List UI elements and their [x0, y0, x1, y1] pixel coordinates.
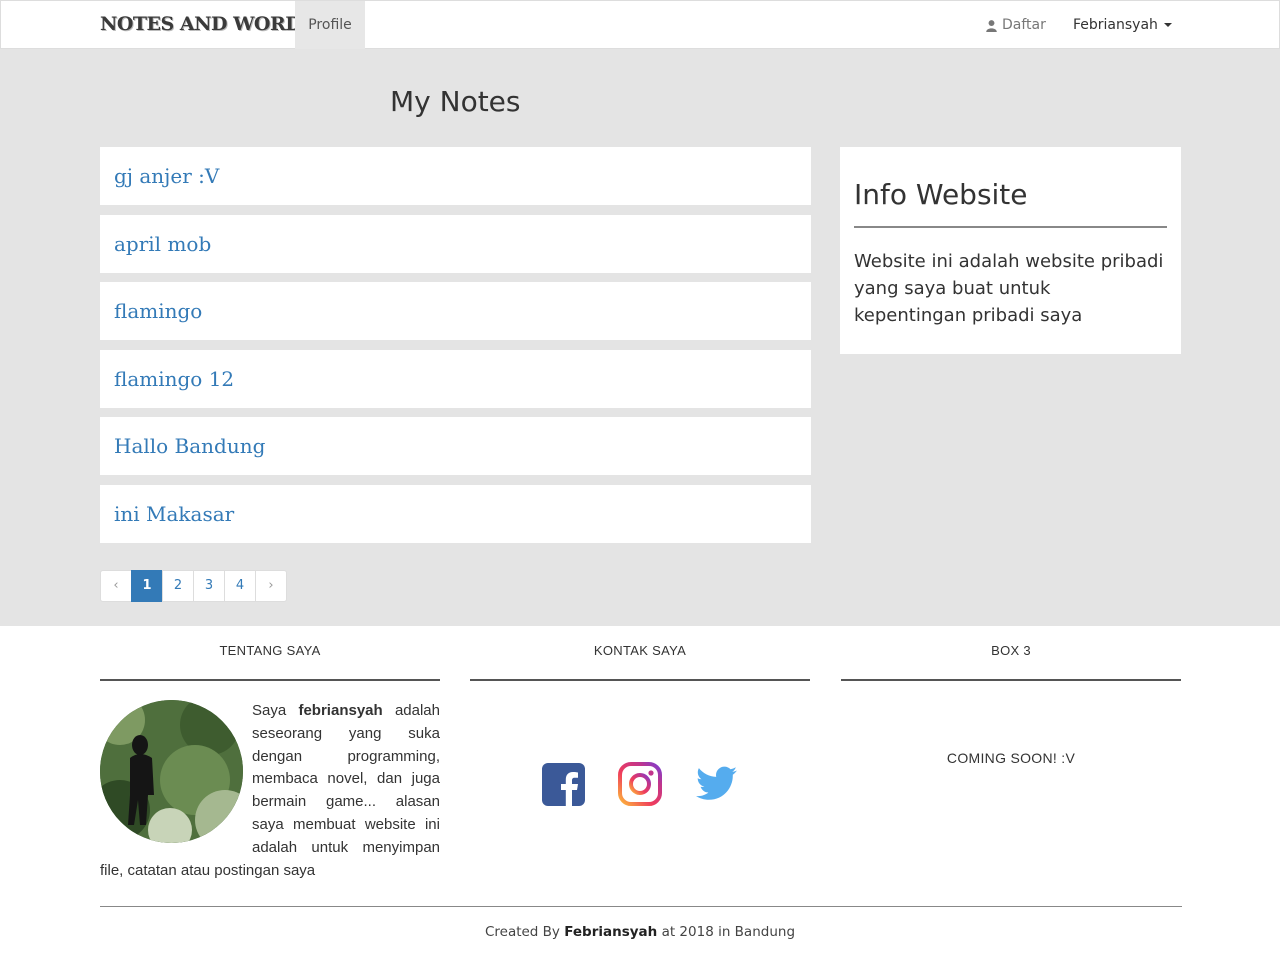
user-dropdown-label: Febriansyah: [1073, 17, 1158, 33]
footer-about-text: Saya febriansyah adalah seseorang yang s…: [100, 700, 440, 882]
note-item[interactable]: ini Makasar: [100, 484, 811, 543]
coming-soon-text: COMING SOON! :V: [946, 750, 1076, 766]
brand-logo[interactable]: NOTES AND WORDS: [100, 13, 315, 35]
credits-prefix: Created By: [484, 924, 565, 940]
social-links: [470, 761, 810, 807]
footer-contact-column: KONTAK SAYA: [470, 626, 810, 807]
footer-divider: [100, 906, 1182, 907]
info-website-title: Info Website: [854, 161, 1167, 228]
navbar: NOTES AND WORDS Profile Daftar Febriansy…: [0, 0, 1280, 49]
about-name: febriansyah: [298, 702, 383, 719]
footer: TENTANG SAYA Saya febriansyah adalah ses…: [0, 626, 1280, 957]
about-text-before: Saya: [252, 702, 299, 719]
nav-daftar-link[interactable]: Daftar: [985, 1, 1046, 49]
info-website-panel: Info Website Website ini adalah website …: [840, 147, 1181, 354]
user-dropdown[interactable]: Febriansyah: [1073, 1, 1172, 49]
nav-profile-link[interactable]: Profile: [295, 1, 365, 49]
credits-author: Febriansyah: [564, 924, 658, 940]
footer-box3-heading: BOX 3: [841, 626, 1181, 681]
footer-about-heading: TENTANG SAYA: [100, 626, 440, 681]
pagination-page-2[interactable]: 2: [162, 570, 194, 602]
caret-down-icon: [1163, 23, 1172, 27]
avatar: [100, 700, 243, 843]
note-item[interactable]: april mob: [100, 214, 811, 273]
nav-daftar-label: Daftar: [1002, 17, 1046, 33]
pagination: ‹ 1 2 3 4 ›: [100, 570, 287, 602]
pagination-page-1[interactable]: 1: [131, 570, 163, 602]
facebook-icon[interactable]: [541, 761, 587, 807]
footer-about-column: TENTANG SAYA Saya febriansyah adalah ses…: [100, 626, 440, 882]
instagram-icon[interactable]: [617, 761, 663, 807]
info-website-text: Website ini adalah website pribadi yang …: [854, 251, 1164, 326]
twitter-icon[interactable]: [693, 761, 739, 807]
pagination-prev-button[interactable]: ‹: [100, 570, 132, 602]
user-icon: [986, 19, 997, 32]
notes-list: gj anjer :V april mob flamingo flamingo …: [100, 147, 811, 552]
credits-suffix: at 2018 in Bandung: [657, 924, 796, 940]
note-item[interactable]: flamingo: [100, 282, 811, 340]
footer-box3-column: BOX 3 COMING SOON! :V: [841, 626, 1181, 766]
page-title: My Notes: [390, 85, 521, 118]
footer-contact-heading: KONTAK SAYA: [470, 626, 810, 681]
footer-credits: Created By Febriansyah at 2018 in Bandun…: [0, 924, 1280, 940]
note-item[interactable]: flamingo 12: [100, 349, 811, 408]
pagination-next-button[interactable]: ›: [255, 570, 287, 602]
pagination-page-4[interactable]: 4: [224, 570, 256, 602]
pagination-page-3[interactable]: 3: [193, 570, 225, 602]
note-item[interactable]: gj anjer :V: [100, 147, 811, 205]
note-item[interactable]: Hallo Bandung: [100, 417, 811, 475]
